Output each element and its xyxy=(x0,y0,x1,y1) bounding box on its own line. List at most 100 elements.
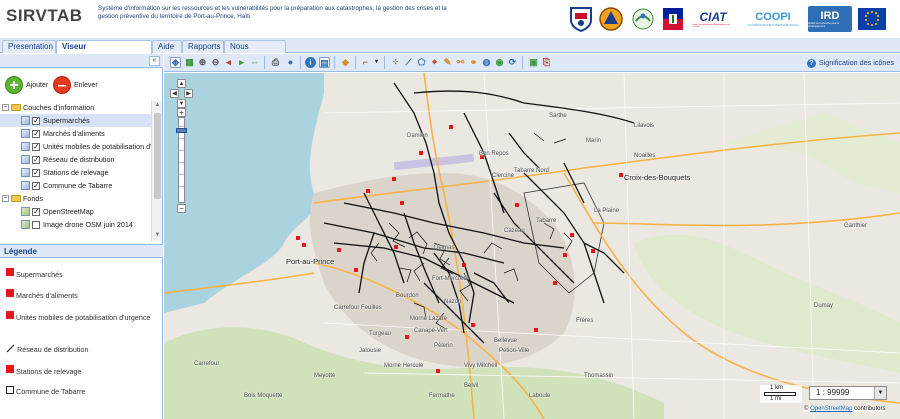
osm-attribution-link[interactable]: OpenStreetMap xyxy=(810,406,852,412)
map-attribution: © OpenStreetMap contributors xyxy=(804,406,886,412)
layer-checkbox[interactable]: ✓ xyxy=(32,156,40,164)
pan-right-icon[interactable]: ▶ xyxy=(184,89,193,98)
red-square-icon xyxy=(6,268,14,276)
app-header: SIRVTAB Système d'information sur les re… xyxy=(0,0,900,38)
layer-group-info[interactable]: − Couches d'information xyxy=(0,101,151,114)
base-layer-drone-image[interactable]: Image drone OSM juin 2014 xyxy=(0,218,151,231)
remove-layer-label[interactable]: Enlever xyxy=(74,82,98,89)
route-icon[interactable]: ⚯ xyxy=(455,57,466,68)
layer-item-tabarre-commune[interactable]: ✓ Commune de Tabarre xyxy=(0,179,151,192)
folder-icon xyxy=(11,195,21,202)
layers-icon[interactable]: ◈ xyxy=(340,57,351,68)
zoom-slider-handle[interactable] xyxy=(176,128,187,133)
map-label: Fermathe xyxy=(429,393,455,399)
layer-group-base[interactable]: − Fonds xyxy=(0,192,151,205)
geolocate-icon[interactable]: ◉ xyxy=(494,57,505,68)
icon-help-link[interactable]: ? Signification des icônes xyxy=(806,58,894,68)
layer-item-distribution-network[interactable]: ✓ Réseau de distribution xyxy=(0,153,151,166)
zoom-in-box-icon[interactable]: ⊕ xyxy=(197,57,208,68)
add-layer-label[interactable]: Ajouter xyxy=(26,82,48,89)
tab-presentation[interactable]: Presentation xyxy=(2,40,56,53)
map-label: Vivy Mitchell xyxy=(464,363,498,369)
layer-icon xyxy=(21,155,30,164)
red-square-icon xyxy=(6,289,14,297)
buffer-icon[interactable]: ⚭ xyxy=(468,57,479,68)
layer-item-mobile-water-units[interactable]: ✓ Unités mobiles de potabilisation d'u xyxy=(0,140,151,153)
tab-reports[interactable]: Rapports xyxy=(182,40,224,53)
north-green xyxy=(724,113,900,193)
zoom-extent-icon[interactable]: ▦ xyxy=(184,57,195,68)
draw-point-icon[interactable]: ⁘ xyxy=(390,57,401,68)
base-layer-openstreetmap[interactable]: ✓ OpenStreetMap xyxy=(0,205,151,218)
layer-icon xyxy=(21,168,30,177)
next-view-icon[interactable]: ▸ xyxy=(236,57,247,68)
collapse-panel-button[interactable]: « xyxy=(149,56,160,66)
layer-icon xyxy=(21,181,30,190)
collapse-toggle-icon[interactable]: − xyxy=(2,195,9,202)
map-view[interactable]: Port-au-Prince Croix-des-Bouquets Tabarr… xyxy=(164,73,900,419)
table-icon[interactable]: ▤ xyxy=(319,57,330,68)
info-icon[interactable]: i xyxy=(305,57,316,68)
base-layer-checkbox[interactable] xyxy=(32,221,40,229)
scroll-up-icon[interactable]: ▲ xyxy=(154,102,161,109)
toolbar-separator xyxy=(264,56,265,69)
search-globe-icon[interactable]: ◍ xyxy=(481,57,492,68)
dropdown-arrow-icon[interactable]: ▾ xyxy=(371,57,382,68)
zoom-in-button[interactable]: + xyxy=(177,108,186,117)
zoom-out-box-icon[interactable]: ⊖ xyxy=(210,57,221,68)
pdf-icon[interactable]: ⎘ xyxy=(541,57,552,68)
scroll-down-icon[interactable]: ▼ xyxy=(154,232,161,239)
select-feature-icon[interactable]: ⌖ xyxy=(429,57,440,68)
pan-up-icon[interactable]: ▲ xyxy=(177,79,186,88)
tab-map-viewer[interactable]: Viseur cartographique xyxy=(56,40,152,63)
toolbar-separator xyxy=(384,56,385,69)
zoom-to-layer-icon[interactable]: ⇔ xyxy=(249,57,260,68)
zoom-tick xyxy=(179,126,184,127)
zoom-tick xyxy=(179,174,184,175)
tab-help[interactable]: Aide xyxy=(152,40,182,53)
draw-polygon-icon[interactable]: ⬠ xyxy=(416,57,427,68)
layer-checkbox[interactable]: ✓ xyxy=(32,117,40,125)
layer-checkbox[interactable]: ✓ xyxy=(32,169,40,177)
minus-icon: – xyxy=(57,77,67,94)
print-icon[interactable]: ⎙ xyxy=(270,57,281,68)
map-navigation: ▲ ◀ ▶ ▼ + − xyxy=(170,79,196,219)
layer-checkbox[interactable]: ✓ xyxy=(32,182,40,190)
layer-icon xyxy=(21,142,30,151)
layer-checkbox[interactable]: ✓ xyxy=(32,143,40,151)
legend-item: Commune de Tabarre xyxy=(6,386,161,397)
edit-icon[interactable]: ✎ xyxy=(442,57,453,68)
pan-down-icon[interactable]: ▼ xyxy=(177,99,186,108)
ird-logo: IRD Institut de recherche pour le dévelo… xyxy=(808,6,852,32)
layer-checkbox[interactable]: ✓ xyxy=(32,130,40,138)
draw-line-icon[interactable]: ⟋ xyxy=(403,57,414,68)
legend-label: Réseau de distribution xyxy=(17,345,89,354)
refresh-icon[interactable]: ⟳ xyxy=(507,57,518,68)
globe-icon[interactable]: ● xyxy=(285,57,296,68)
layer-label: Marchés d'aliments xyxy=(43,129,105,138)
zoom-slider[interactable] xyxy=(176,117,187,203)
panel-header: « xyxy=(0,54,163,68)
layer-item-pumping-stations[interactable]: ✓ Stations de relevage xyxy=(0,166,151,179)
zoom-out-button[interactable]: − xyxy=(177,204,186,213)
legend-label: Supermarchés xyxy=(16,270,63,279)
pan-left-icon[interactable]: ◀ xyxy=(170,89,179,98)
add-layer-button[interactable]: + xyxy=(5,76,23,94)
export-icon[interactable]: ▣ xyxy=(528,57,539,68)
layer-item-food-markets[interactable]: ✓ Marchés d'aliments xyxy=(0,127,151,140)
layer-tree-scrollbar[interactable]: ▲ ▼ xyxy=(151,101,162,241)
base-layer-checkbox[interactable]: ✓ xyxy=(32,208,40,216)
toolbar-separator xyxy=(355,56,356,69)
map-label: Tabarre xyxy=(536,218,557,224)
app-description: Système d'information sur les ressources… xyxy=(98,5,447,20)
collapse-toggle-icon[interactable]: − xyxy=(2,104,9,111)
previous-view-icon[interactable]: ◂ xyxy=(223,57,234,68)
chevron-down-icon[interactable]: ▼ xyxy=(874,387,886,399)
scale-select[interactable]: 1 : 99999 ▼ xyxy=(809,386,887,400)
layer-item-supermarkets[interactable]: ✓ Supermarchés xyxy=(0,114,151,127)
measure-icon[interactable]: ⌐ xyxy=(360,57,371,68)
pan-tool-icon[interactable]: ✥ xyxy=(170,57,181,68)
tab-contact[interactable]: Nous contacter xyxy=(224,40,286,63)
scrollbar-thumb[interactable] xyxy=(154,113,161,199)
remove-layer-button[interactable]: – xyxy=(53,76,71,94)
